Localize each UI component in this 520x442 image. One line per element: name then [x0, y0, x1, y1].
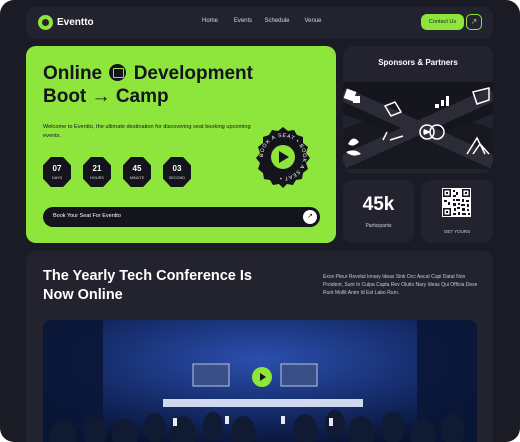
countdown-days: 07 DAYS [43, 157, 71, 187]
nav-link-home[interactable]: Home [194, 18, 226, 24]
book-seat-bar[interactable]: Book Your Seat For Eventto ↗ [43, 207, 320, 227]
nav-links: Home Events Schedule Venue [194, 18, 329, 24]
countdown-hours: 21 HOURS [83, 157, 111, 187]
conference-section: The Yearly Tech Conference Is Now Online… [26, 251, 493, 442]
qr-label: GET YOURS [443, 229, 471, 234]
countdown-value: 07 [52, 164, 62, 173]
sponsors-card: Sponsors & Partners [343, 46, 493, 173]
countdown-label: HOURS [90, 176, 104, 180]
brand-name: Eventto [57, 17, 94, 28]
page-frame: Eventto Home Events Schedule Venue Conta… [0, 0, 520, 442]
arrow-up-right-icon[interactable]: ↗ [303, 210, 317, 224]
participants-card: 45k Participants [343, 180, 414, 243]
building-icon [109, 64, 127, 81]
hero-title-line2: Boot → Camp [43, 86, 169, 107]
sponsor-logos [343, 82, 493, 169]
countdown-value: 45 [132, 164, 142, 173]
countdown-minutes: 45 MINUTE [123, 157, 151, 187]
conference-description: Exce Pteur Revolut lonary Ideas Sink Occ… [323, 274, 478, 296]
contact-us-button[interactable]: Contact Us [421, 14, 464, 30]
hero-title: Online Development Boot → Camp [43, 62, 313, 108]
countdown-label: DAYS [51, 176, 63, 180]
nav-link-events[interactable]: Events [227, 18, 259, 24]
countdown-label: MINUTE [129, 176, 145, 180]
play-video-button[interactable] [252, 367, 272, 387]
logo-icon [38, 15, 53, 30]
countdown-label: SECOND [168, 176, 186, 180]
book-a-seat-seal[interactable]: BOOK A SEAT • BOOK A SEAT • [252, 126, 314, 188]
conference-title: The Yearly Tech Conference Is Now Online [43, 268, 252, 303]
hero-title-word-development: Development [133, 63, 253, 84]
countdown-seconds: 03 SECOND [163, 157, 191, 187]
nav-link-schedule[interactable]: Schedule [261, 18, 293, 24]
qr-card[interactable]: GET YOURS [421, 180, 493, 243]
participants-count: 45k [362, 194, 395, 215]
countdown-timer: 07 DAYS 21 HOURS 45 MINUTE 03 SECOND [43, 157, 191, 187]
top-navbar: Eventto Home Events Schedule Venue Conta… [26, 7, 493, 39]
book-seat-label: Book Your Seat For Eventto [53, 213, 121, 219]
countdown-value: 21 [92, 164, 102, 173]
hero-description: Welcome to Eventto, the ultimate destina… [43, 124, 251, 139]
contact-arrow-button[interactable]: ↗ [466, 14, 482, 30]
countdown-value: 03 [172, 164, 182, 173]
nav-link-venue[interactable]: Venue [297, 18, 329, 24]
hero-card: Online Development Boot → Camp Welcome t… [26, 46, 336, 243]
hero-title-word-online: Online [43, 63, 103, 84]
participants-label: Participants [365, 223, 392, 229]
brand-logo[interactable]: Eventto [38, 15, 94, 30]
qr-code-icon[interactable] [442, 188, 471, 217]
sponsors-title: Sponsors & Partners [378, 58, 458, 67]
conference-video[interactable] [43, 320, 477, 442]
